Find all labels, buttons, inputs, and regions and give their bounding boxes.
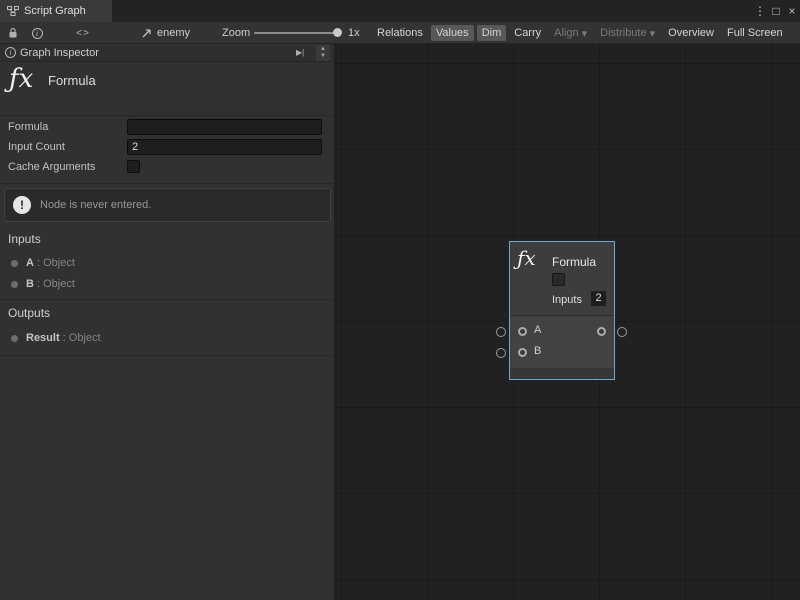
info-icon: i (5, 47, 16, 58)
warning-icon: ! (13, 196, 31, 214)
output-port-result-dot[interactable] (597, 327, 606, 336)
inspector-header-title: Graph Inspector (20, 44, 99, 62)
graph-inspector-panel: i Graph Inspector ▶| ▲▼ ƒx Formula Formu… (0, 44, 335, 600)
code-icon[interactable]: <> (74, 22, 92, 44)
zoom-value: 1x (348, 22, 360, 44)
script-graph-icon (7, 5, 19, 17)
cache-arguments-checkbox[interactable] (127, 160, 140, 173)
section-divider (0, 183, 335, 184)
values-button[interactable]: Values (431, 25, 474, 41)
toolbar-buttons: Relations Values Dim Carry Align▾ Distri… (372, 22, 788, 44)
tab-script-graph[interactable]: Script Graph (0, 0, 112, 22)
node-inputs-label: Inputs (552, 294, 582, 306)
graph-target-icon (140, 22, 153, 44)
node-footer (510, 368, 614, 379)
window-maximize-icon[interactable]: □ (768, 0, 784, 22)
chevron-down-icon: ▾ (650, 27, 656, 40)
zoom-slider-knob[interactable] (333, 28, 342, 37)
window-close-icon[interactable]: × (784, 0, 800, 22)
tab-label: Script Graph (24, 5, 86, 17)
warning-text: Node is never entered. (40, 199, 151, 211)
distribute-button[interactable]: Distribute▾ (595, 25, 660, 42)
dim-button[interactable]: Dim (477, 25, 507, 41)
section-divider (0, 355, 335, 356)
scroll-up-icon: ▲ (320, 46, 326, 53)
node-formula-checkbox[interactable] (552, 273, 565, 286)
output-port-row-result: Result : Object (0, 330, 335, 346)
input-count-field-input[interactable]: 2 (127, 139, 322, 155)
carry-button[interactable]: Carry (509, 25, 546, 41)
formula-node[interactable]: ƒx Formula Inputs 2 A B (509, 241, 615, 380)
window-menu-icon[interactable]: ⋮ (752, 0, 768, 22)
pin-panel-icon[interactable]: ▶| (296, 44, 304, 62)
input-port-b-dot[interactable] (518, 348, 527, 357)
full-screen-button[interactable]: Full Screen (722, 25, 788, 41)
formula-field-input[interactable] (127, 119, 322, 135)
inspector-header: i Graph Inspector ▶| ▲▼ (0, 44, 334, 62)
title-bar: Script Graph ⋮ □ × (0, 0, 800, 22)
section-divider (0, 115, 335, 116)
node-port-label-a: A (534, 324, 541, 336)
overview-button[interactable]: Overview (663, 25, 719, 41)
panel-scroll-arrows[interactable]: ▲▼ (316, 45, 330, 61)
external-port-circle-b[interactable] (496, 348, 506, 358)
chevron-down-icon: ▾ (582, 27, 588, 40)
node-header: ƒx Formula Inputs 2 (510, 242, 614, 315)
warning-box: ! Node is never entered. (4, 188, 331, 222)
graph-target-name: enemy (157, 22, 190, 44)
zoom-label: Zoom (222, 22, 250, 44)
node-title: Formula (552, 255, 596, 269)
section-divider (0, 299, 335, 300)
input-count-field-label: Input Count (8, 139, 65, 156)
zoom-slider-track[interactable] (254, 32, 338, 34)
unit-title: Formula (48, 73, 96, 88)
node-port-label-b: B (534, 345, 541, 357)
input-port-row-a: A : Object (0, 255, 335, 271)
port-bullet-icon (11, 335, 18, 342)
fx-node-icon: ƒx (517, 246, 536, 270)
unity-window: Script Graph ⋮ □ × i <> enemy Zoom 1x Re… (0, 0, 800, 600)
fx-unit-icon: ƒx (9, 64, 33, 94)
align-button[interactable]: Align▾ (549, 25, 592, 42)
cache-arguments-field-label: Cache Arguments (8, 159, 95, 176)
lock-icon[interactable] (6, 22, 20, 44)
external-port-circle-result[interactable] (617, 327, 627, 337)
node-ports: A B (510, 316, 614, 368)
input-port-row-b: B : Object (0, 276, 335, 292)
info-icon[interactable]: i (30, 22, 44, 44)
port-bullet-icon (11, 281, 18, 288)
relations-button[interactable]: Relations (372, 25, 428, 41)
input-port-a-dot[interactable] (518, 327, 527, 336)
formula-field-label: Formula (8, 119, 48, 136)
external-port-circle-a[interactable] (496, 327, 506, 337)
scroll-down-icon: ▼ (320, 53, 326, 60)
port-bullet-icon (11, 260, 18, 267)
node-inputs-count-field[interactable]: 2 (591, 291, 606, 306)
inputs-section-header: Inputs (8, 232, 41, 246)
outputs-section-header: Outputs (8, 306, 50, 320)
